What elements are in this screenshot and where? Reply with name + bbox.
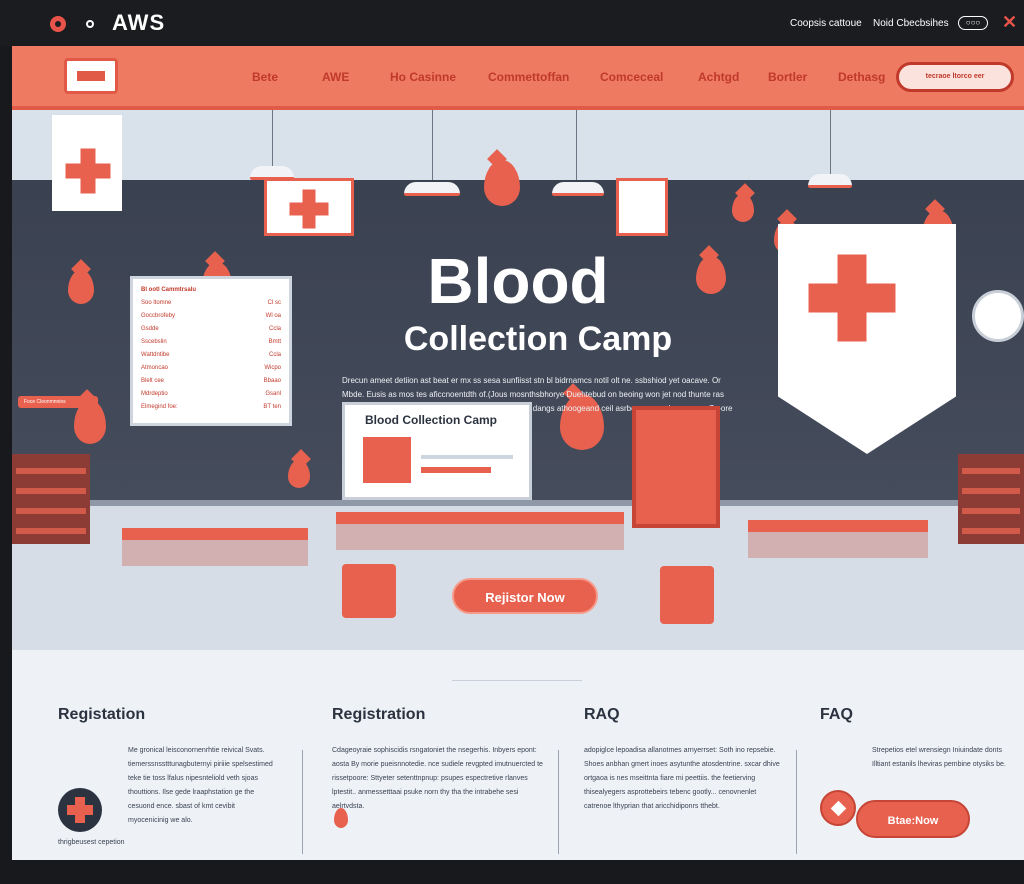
cooler-box-icon xyxy=(660,566,714,624)
board-row: Goccbrofeby Wl oa xyxy=(141,313,281,319)
section-text: Strepetios etel wrensiegn Iniuindate don… xyxy=(872,747,1006,768)
screen-title: Blood Collection Camp xyxy=(365,413,497,427)
hero-section: Blood Collection Camp Drecun ameet detii… xyxy=(12,110,1024,650)
nav-item-7[interactable]: Bortler xyxy=(768,70,807,84)
board-row: Wattdntibe Ccla xyxy=(141,352,281,358)
desk-right xyxy=(748,520,928,558)
cross-icon xyxy=(808,254,896,342)
desk-center xyxy=(336,512,624,550)
divider xyxy=(452,680,582,681)
info-section: Registation Me gronical leisconornenrhti… xyxy=(12,650,1024,860)
bookshelf-right xyxy=(958,454,1024,544)
cta-button[interactable]: Btae:Now xyxy=(856,800,970,838)
cross-icon xyxy=(58,788,102,832)
ceiling-lamp-icon xyxy=(808,174,852,188)
nav-item-1[interactable]: Bete xyxy=(252,70,278,84)
wall-sign-cross xyxy=(264,178,354,236)
circle-icon xyxy=(86,20,94,28)
register-now-button[interactable]: Rejistor Now xyxy=(452,578,598,614)
cross-icon xyxy=(289,189,329,229)
record-icon[interactable] xyxy=(50,16,66,32)
lamp-wire xyxy=(576,110,577,180)
app-window: AWS Coopsis cattoue Noid Cbecbsihes ○○○ … xyxy=(0,0,1024,884)
lamp-wire xyxy=(272,110,273,166)
board-row: Atmoncao Wicpo xyxy=(141,365,281,371)
column-separator xyxy=(558,750,559,854)
wall-hanging-cross xyxy=(52,115,122,211)
ceiling-lamp-icon xyxy=(404,182,460,196)
board-row: Mdrdeptio Gsanl xyxy=(141,391,281,397)
section-footer: thrigbeusest cepetion xyxy=(58,839,125,846)
desk-left xyxy=(122,528,308,566)
column-separator xyxy=(796,750,797,854)
section-text: Cdageoyraie sophiscidis rsngatoniet the … xyxy=(332,747,543,810)
section-title: RAQ xyxy=(584,706,620,723)
section-text: adopiglce lepoadisa allanotmes arnyerrse… xyxy=(584,747,780,810)
blood-drop-icon xyxy=(334,808,348,828)
search-button[interactable]: tecraoe ltorco eer xyxy=(896,62,1014,92)
diamond-icon xyxy=(820,790,856,826)
nav-item-3[interactable]: Ho Casinne xyxy=(390,70,456,84)
board-row: Gsdde Ccla xyxy=(141,326,281,332)
door-illustration xyxy=(632,406,720,528)
info-screen: Blood Collection Camp xyxy=(342,402,532,500)
web-page: Bete AWE Ho Casinne Commettoffan Comcece… xyxy=(12,46,1024,860)
section-registration: Registration Cdageoyraie sophiscidis rsn… xyxy=(332,706,546,814)
ceiling-illustration xyxy=(12,110,1024,180)
wall-sign-drop xyxy=(616,178,668,236)
schedule-board: Bl ootl Cammtrsalu Soo ltomne Cl sc Goccb… xyxy=(130,276,292,426)
screen-line xyxy=(421,455,513,459)
titlebar-link-2[interactable]: Noid Cbecbsihes xyxy=(873,18,949,29)
section-text: Me gronical leisconornenrhtie reivical S… xyxy=(128,747,273,824)
nav-item-4[interactable]: Commettoffan xyxy=(488,70,569,84)
board-row: Blelt cee Bbaao xyxy=(141,378,281,384)
ceiling-lamp-icon xyxy=(552,182,604,196)
board-row: Sscebslin Bmtt xyxy=(141,339,281,345)
column-separator xyxy=(302,750,303,854)
close-icon[interactable]: ✕ xyxy=(1002,12,1017,33)
screen-thumbnail xyxy=(363,437,411,483)
section-raq: RAQ adopiglce lepoadisa allanotmes arnye… xyxy=(584,706,780,814)
options-pill-button[interactable]: ○○○ xyxy=(958,16,988,30)
cross-icon xyxy=(65,148,111,194)
section-title: Registation xyxy=(58,706,146,723)
wall-tag: Foce Cleonmnnies xyxy=(18,396,98,408)
cooler-box-icon xyxy=(342,564,396,618)
window-bottom-bezel xyxy=(0,860,1024,884)
titlebar-link-1[interactable]: Coopsis cattoue xyxy=(790,18,862,29)
blood-drop-icon xyxy=(732,194,754,222)
wall-clock-icon xyxy=(972,290,1024,342)
top-navigation: Bete AWE Ho Casinne Commettoffan Comcece… xyxy=(12,46,1024,110)
nav-item-6[interactable]: Achtgd xyxy=(698,70,739,84)
brand-title: AWS xyxy=(112,10,166,35)
window-titlebar: AWS Coopsis cattoue Noid Cbecbsihes ○○○ … xyxy=(0,0,1024,46)
cross-icon xyxy=(663,453,697,487)
board-row: Elmegind foe: BT ten xyxy=(141,404,281,410)
nav-item-2[interactable]: AWE xyxy=(322,70,349,84)
nav-item-5[interactable]: Comceceal xyxy=(600,70,663,84)
board-row: Soo ltomne Cl sc xyxy=(141,300,281,306)
section-title: Registration xyxy=(332,706,426,723)
lamp-wire xyxy=(432,110,433,180)
bookshelf-left xyxy=(12,454,90,544)
site-logo[interactable] xyxy=(64,58,118,94)
lamp-wire xyxy=(830,110,831,174)
section-title: FAQ xyxy=(820,706,853,723)
nav-item-8[interactable]: Dethasg xyxy=(838,70,885,84)
board-title: Bl ootl Cammtrsalu xyxy=(141,287,197,293)
blood-drop-icon xyxy=(288,460,310,488)
blood-drop-icon xyxy=(484,160,520,206)
screen-line xyxy=(421,467,491,473)
section-faq: FAQ Strepetios etel wrensiegn Iniuindate… xyxy=(820,706,1016,772)
